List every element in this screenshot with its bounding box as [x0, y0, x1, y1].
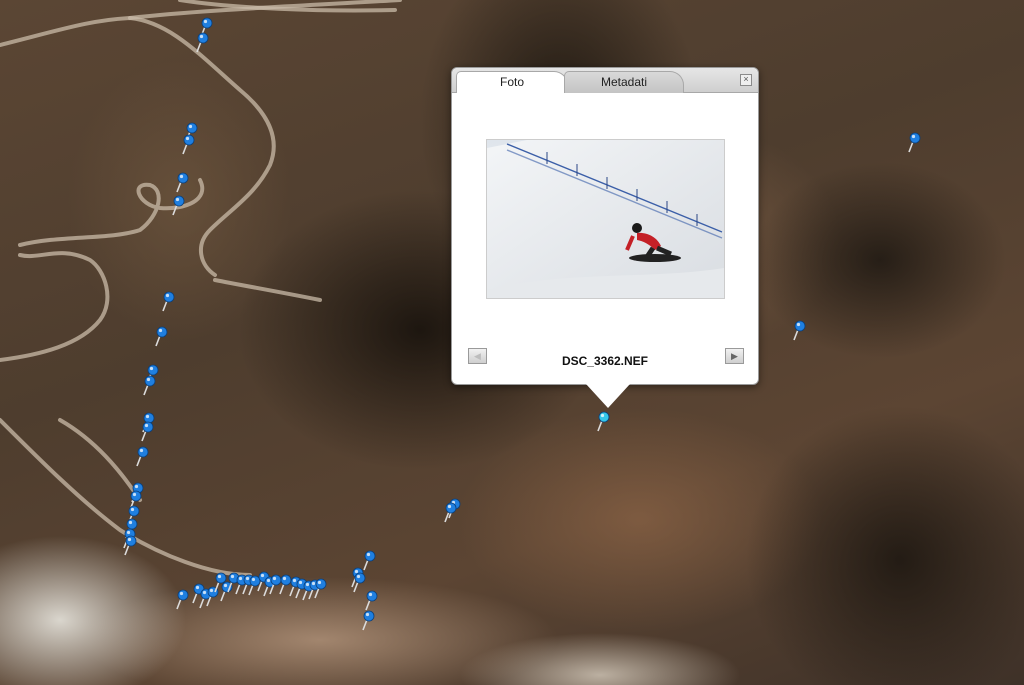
map-pin-icon[interactable] — [124, 535, 140, 557]
map-pin-icon[interactable] — [196, 32, 212, 54]
map-pin-icon[interactable] — [155, 326, 171, 348]
snowboarder-photo-image — [487, 140, 724, 298]
map-pin-icon[interactable] — [793, 320, 809, 342]
tab-foto[interactable]: Foto — [456, 71, 568, 93]
photo-thumbnail[interactable] — [486, 139, 725, 299]
map-pin-icon[interactable] — [182, 134, 198, 156]
map-pin-icon[interactable] — [444, 502, 460, 524]
map-pin-icon[interactable] — [314, 578, 330, 600]
map-pin-icon[interactable] — [136, 446, 152, 468]
close-icon[interactable]: × — [740, 74, 752, 86]
map-pin-icon[interactable] — [172, 195, 188, 217]
photo-info-popup: Foto Metadati × ◀ DSC_3362.NEF ▶ — [451, 67, 759, 408]
popup-tabbar: Foto Metadati × — [452, 68, 758, 93]
selected-map-pin-icon[interactable] — [597, 411, 613, 433]
map-pin-icon[interactable] — [176, 172, 192, 194]
map-pin-icon[interactable] — [365, 590, 381, 612]
map-pin-icon[interactable] — [362, 610, 378, 632]
map-pin-icon[interactable] — [908, 132, 924, 154]
next-arrow-icon[interactable]: ▶ — [725, 348, 744, 364]
popup-pointer — [586, 384, 630, 408]
map-pin-icon[interactable] — [162, 291, 178, 313]
tab-metadati[interactable]: Metadati — [564, 71, 684, 93]
map-pin-icon[interactable] — [141, 421, 157, 443]
photo-filename: DSC_3362.NEF — [561, 354, 649, 368]
map-pin-icon[interactable] — [143, 375, 159, 397]
map-pin-icon[interactable] — [176, 589, 192, 611]
